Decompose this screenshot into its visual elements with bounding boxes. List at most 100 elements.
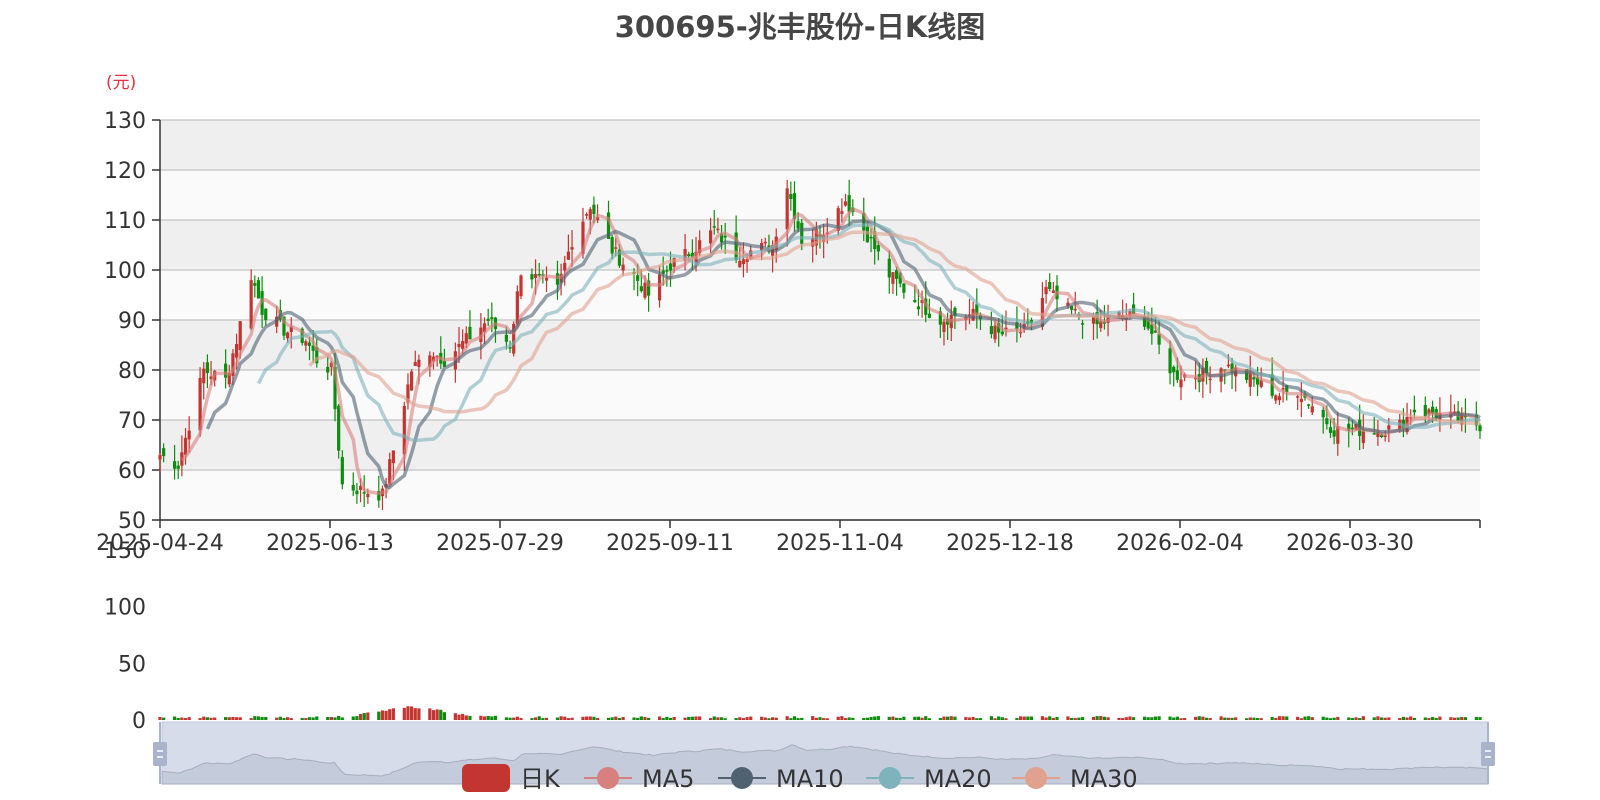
volume-bar	[464, 715, 468, 720]
candle-body	[876, 245, 880, 252]
candle-body	[942, 321, 946, 332]
volume-bar	[275, 717, 279, 720]
volume-bar	[377, 711, 381, 720]
legend-swatch-dot[interactable]	[879, 767, 901, 789]
volume-bar	[1080, 717, 1085, 720]
volume-bar	[1197, 716, 1201, 720]
candle-body	[1372, 433, 1376, 435]
volume-bar	[847, 717, 851, 720]
volume-bar	[544, 717, 549, 720]
volume-bar	[716, 717, 720, 720]
volume-bar	[760, 716, 764, 720]
volume-bar	[1245, 718, 1249, 720]
candle-body	[1299, 398, 1303, 403]
legend-label[interactable]: 日K	[520, 765, 561, 793]
volume-bar	[530, 718, 534, 720]
candle-body	[800, 222, 804, 245]
volume-bar	[300, 717, 304, 720]
volume-bar	[975, 718, 979, 720]
volume-bar	[949, 716, 953, 720]
candle-body	[256, 280, 261, 299]
volume-bar	[384, 710, 388, 720]
volume-bar	[406, 706, 410, 720]
volume-bar	[989, 716, 993, 720]
candle-body	[716, 228, 720, 231]
legend-swatch-dot[interactable]	[597, 767, 619, 789]
volume-bar	[924, 716, 928, 720]
candle-body	[843, 201, 848, 206]
volume-bar	[435, 709, 439, 720]
volume-bar	[741, 718, 746, 720]
volume-bar	[1183, 718, 1187, 720]
date-tick-label: 2026-02-04	[1116, 531, 1244, 556]
zoom-handle[interactable]	[1481, 742, 1495, 766]
candle-body	[796, 221, 800, 229]
candle-body	[614, 247, 618, 249]
volume-bar	[1026, 716, 1030, 720]
volume-bar	[873, 716, 877, 720]
candle-body	[785, 188, 789, 230]
candle-body	[544, 277, 549, 281]
candle-body	[1248, 372, 1252, 387]
volume-tick-label: 50	[118, 652, 146, 677]
volume-bar	[927, 718, 931, 720]
volume-bar	[709, 718, 713, 720]
price-tick-label: 110	[104, 209, 146, 234]
volume-bar	[1281, 716, 1285, 720]
volume-bar	[187, 717, 191, 720]
volume-bar	[1018, 716, 1023, 720]
volume-bar	[1230, 717, 1234, 720]
volume-bar	[333, 717, 337, 720]
candle-body	[205, 362, 210, 374]
legend-label[interactable]: MA20	[924, 765, 992, 793]
volume-bar	[1091, 716, 1096, 720]
candle-body	[1274, 395, 1278, 401]
legend-swatch-dot[interactable]	[731, 767, 753, 789]
price-tick-label: 90	[118, 309, 146, 334]
candle-body	[1179, 379, 1183, 388]
price-tick-label: 70	[118, 409, 146, 434]
candle-body	[187, 430, 191, 440]
candle-body	[1478, 425, 1482, 432]
volume-tick-label: 150	[104, 539, 146, 564]
volume-bar	[249, 718, 253, 720]
volume-bar	[1124, 717, 1128, 720]
volume-bar	[913, 716, 917, 720]
volume-bar	[902, 716, 906, 720]
volume-bar	[964, 717, 968, 720]
candle-body	[1048, 282, 1052, 290]
volume-bar	[253, 716, 257, 720]
volume-bar	[559, 716, 563, 720]
volume-bar	[1449, 717, 1453, 720]
volume-bar	[1409, 716, 1413, 720]
volume-bar	[329, 716, 333, 720]
volume-bar	[1307, 716, 1311, 720]
candle-body	[1332, 430, 1336, 437]
volume-bar	[482, 716, 487, 720]
volume-bar	[818, 717, 822, 720]
legend-label[interactable]: MA10	[776, 765, 844, 793]
volume-bar	[1146, 717, 1150, 720]
legend-swatch-dot[interactable]	[1025, 767, 1047, 789]
candle-body	[1073, 308, 1077, 311]
volume-bar	[595, 717, 600, 720]
volume-bar	[231, 717, 235, 720]
zoom-handle[interactable]	[153, 742, 167, 766]
volume-bar	[326, 716, 330, 720]
volume-axis: 150 100 50 0	[104, 539, 146, 734]
candle-body	[993, 325, 997, 340]
candle-body	[643, 282, 647, 298]
volume-bar	[1438, 716, 1442, 720]
candle-body	[1328, 427, 1333, 433]
volume-bar	[439, 709, 443, 720]
volume-bar	[687, 716, 691, 720]
candle-body	[1296, 396, 1300, 398]
volume-bar	[1015, 717, 1019, 720]
legend-label[interactable]: MA30	[1070, 765, 1138, 793]
candle-body	[657, 274, 662, 301]
candle-body	[989, 326, 993, 335]
candle-body	[172, 461, 177, 469]
legend-swatch-k[interactable]	[462, 764, 510, 792]
candle-body	[1168, 348, 1172, 374]
legend-label[interactable]: MA5	[642, 765, 694, 793]
